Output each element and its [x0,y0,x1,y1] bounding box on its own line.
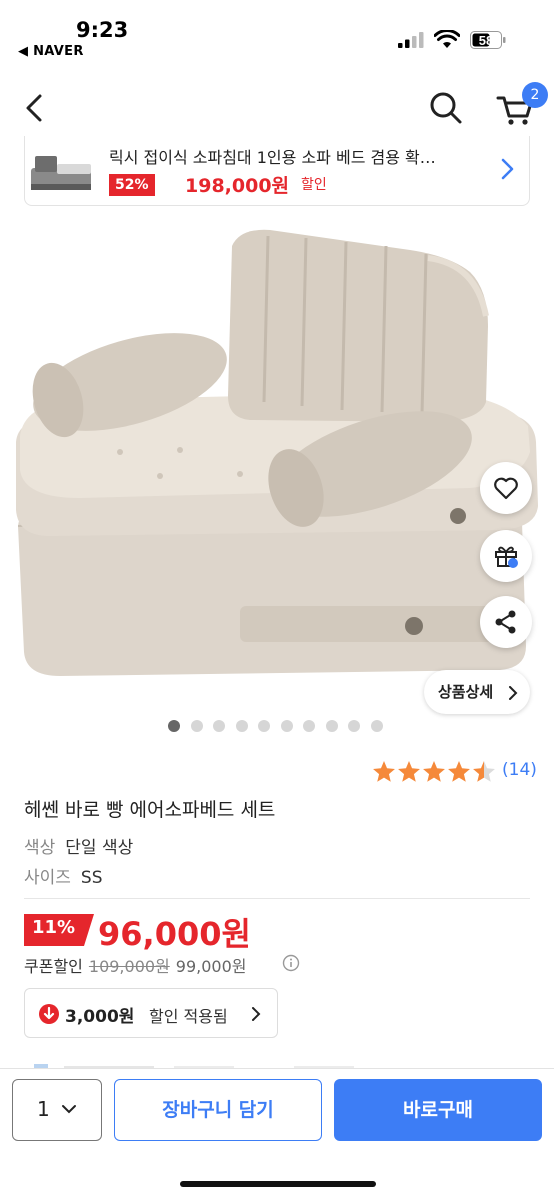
coupon-price: 99,000원 [175,957,247,976]
gift-icon [495,546,518,568]
option-value: SS [80,868,103,888]
buy-now-button[interactable]: 바로구매 [334,1079,542,1141]
chevron-down-icon [62,1105,76,1114]
applied-label: 할인 적용됨 [149,1007,228,1026]
purchase-bar: 1 장바구니 담기 바로구매 [0,1068,554,1200]
option-key: 색상 [24,838,56,858]
star-rating-icon [373,761,495,782]
wishlist-button[interactable] [480,462,532,514]
product-image-gallery[interactable]: 상품상세 [0,206,554,714]
star-icon [423,761,445,782]
battery-level: 58 [479,33,493,48]
gallery-dot[interactable] [235,720,248,732]
back-to-app-link[interactable]: ◀ NAVER [18,44,84,59]
chevron-right-icon [252,1007,261,1021]
gallery-dot[interactable] [280,720,293,732]
coupon-label: 쿠폰할인 [24,957,83,976]
add-to-cart-button[interactable]: 장바구니 담기 [114,1079,322,1141]
coupon-price-line: 쿠폰할인 109,000원 99,000원 [24,953,247,977]
share-button[interactable] [480,596,532,648]
product-image [16,229,538,676]
recommended-discount-badge: 52% [109,174,155,196]
discount-applied-button[interactable]: 3,000원 할인 적용됨 [24,988,278,1038]
discount-rate: 11% [32,917,76,938]
gift-button[interactable] [480,530,532,582]
recommended-product-thumbnail [31,156,91,190]
option-key: 사이즈 [24,868,71,888]
star-icon [473,761,495,782]
gallery-dot[interactable] [168,720,180,732]
product-rating[interactable]: (14) [372,760,537,784]
star-icon [448,761,470,782]
signal-icon [398,32,424,48]
recommended-sale-tag: 할인 [301,177,327,193]
applied-amount: 3,000원 [65,1007,135,1027]
gallery-dot[interactable] [303,720,315,732]
discount-badge: 11% [24,914,94,946]
search-icon[interactable] [426,88,466,128]
top-navigation [0,80,554,136]
product-name: 헤쎈 바로 빵 에어소파베드 세트 [24,799,276,821]
status-time: 9:23 [76,18,129,42]
chevron-left-icon[interactable] [18,88,54,128]
star-icon [373,761,395,782]
down-arrow-icon [39,1004,59,1024]
chevron-right-icon[interactable] [497,154,517,184]
share-icon [495,610,516,634]
status-bar: 9:23 ◀ NAVER 58 [0,0,554,70]
wifi-icon [434,30,460,48]
sale-price: 96,000원 [98,915,251,953]
gallery-dot[interactable] [325,720,338,732]
option-value: 단일 색상 [65,838,134,858]
star-icon [398,761,420,782]
gallery-dot[interactable] [190,720,203,732]
gallery-dot[interactable] [370,720,383,732]
battery-icon: 58 [470,31,506,49]
product-detail-label: 상품상세 [438,683,494,701]
quantity-value: 1 [37,1097,50,1121]
gallery-dot[interactable] [258,720,270,732]
recommended-product-banner[interactable]: 릭시 접이식 소파침대 1인용 소파 베드 겸용 확… 52% 198,000원… [24,136,530,206]
option-size: 사이즈 SS [24,863,103,888]
cart-count-badge: 2 [522,82,548,108]
quantity-select[interactable]: 1 [12,1079,102,1141]
gallery-dot[interactable] [213,720,225,732]
home-indicator [180,1181,376,1187]
heart-icon [494,477,518,500]
recommended-product-title: 릭시 접이식 소파침대 1인용 소파 베드 겸용 확… [109,148,436,167]
review-count[interactable]: (14) [502,760,537,780]
original-price: 109,000원 [88,957,170,976]
option-color: 색상 단일 색상 [24,833,133,858]
info-icon[interactable] [282,954,300,972]
chevron-right-icon [509,686,518,700]
gallery-dot[interactable] [348,720,360,732]
product-detail-button[interactable]: 상품상세 [424,670,530,714]
recommended-price: 198,000원 [185,175,290,197]
divider [24,898,530,899]
